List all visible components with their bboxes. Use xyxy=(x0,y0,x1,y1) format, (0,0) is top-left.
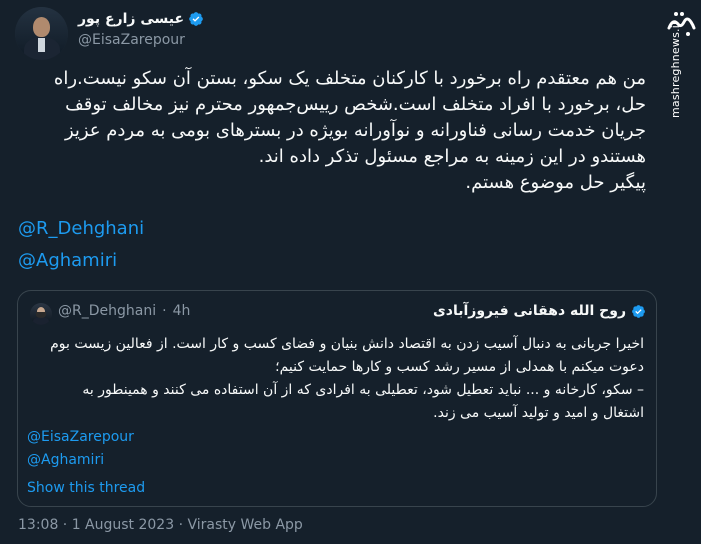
quoted-line: اخیرا جریانی به دنبال آسیب زدن به اقتصاد… xyxy=(50,336,644,352)
tweet-line: پیگیر حل موضوع هستم. xyxy=(465,172,646,193)
watermark: mashreghnews.ir xyxy=(661,0,701,140)
quoted-separator: · xyxy=(162,303,167,319)
quoted-line: اشتغال و امید و تولید آسیب می زند. xyxy=(433,405,644,421)
author-name-row[interactable]: عیسی زارع پور xyxy=(78,11,204,27)
verified-badge-icon xyxy=(189,12,203,26)
tweet-line: هستندو در این زمینه به مراجع مسئول تذکر … xyxy=(258,146,646,167)
mention-link[interactable]: @R_Dehghani xyxy=(18,218,144,239)
tweet-line: من هم معتقدم راه برخورد با کارکنان متخلف… xyxy=(53,68,646,89)
tweet-metadata[interactable]: 13:08 · 1 August 2023 · Virasty Web App xyxy=(18,517,303,533)
quoted-display-name[interactable]: روح الله دهقانی فیروزآبادی xyxy=(433,303,626,319)
quoted-mention-link[interactable]: @EisaZarepour xyxy=(27,429,134,445)
quoted-text: اخیرا جریانی به دنبال آسیب زدن به اقتصاد… xyxy=(26,333,644,425)
author-display-name[interactable]: عیسی زارع پور xyxy=(78,11,184,27)
mention-link[interactable]: @Aghamiri xyxy=(18,250,117,271)
author-avatar[interactable] xyxy=(15,7,68,60)
quoted-time[interactable]: 4h xyxy=(173,303,191,319)
tweet-line: حل، برخورد با افراد متخلف است.شخص رییس‌ج… xyxy=(65,94,646,115)
author-handle[interactable]: @EisaZarepour xyxy=(78,32,185,48)
quoted-mention-link[interactable]: @Aghamiri xyxy=(27,452,104,468)
quoted-line: دعوت میکنم با همدلی از مسیر رشد کسب و کا… xyxy=(275,359,644,375)
quoted-author-avatar[interactable] xyxy=(30,303,52,325)
tweet-text: من هم معتقدم راه برخورد با کارکنان متخلف… xyxy=(18,66,646,196)
quoted-name-row[interactable]: روح الله دهقانی فیروزآبادی xyxy=(433,303,646,319)
tweet-line: جریان خدمت رسانی فناورانه و نوآورانه بوی… xyxy=(64,120,646,141)
quoted-header: @R_Dehghani · 4h xyxy=(58,303,190,319)
show-thread-link[interactable]: Show this thread xyxy=(27,480,145,496)
quoted-handle[interactable]: @R_Dehghani xyxy=(58,303,156,319)
quoted-line: – سکو، کارخانه و ... نباید تعطیل شود، تع… xyxy=(82,382,644,398)
verified-badge-icon xyxy=(632,304,645,318)
site-url: mashreghnews.ir xyxy=(669,20,682,118)
quoted-tweet-card[interactable]: @R_Dehghani · 4h روح الله دهقانی فیروزآب… xyxy=(17,290,657,507)
